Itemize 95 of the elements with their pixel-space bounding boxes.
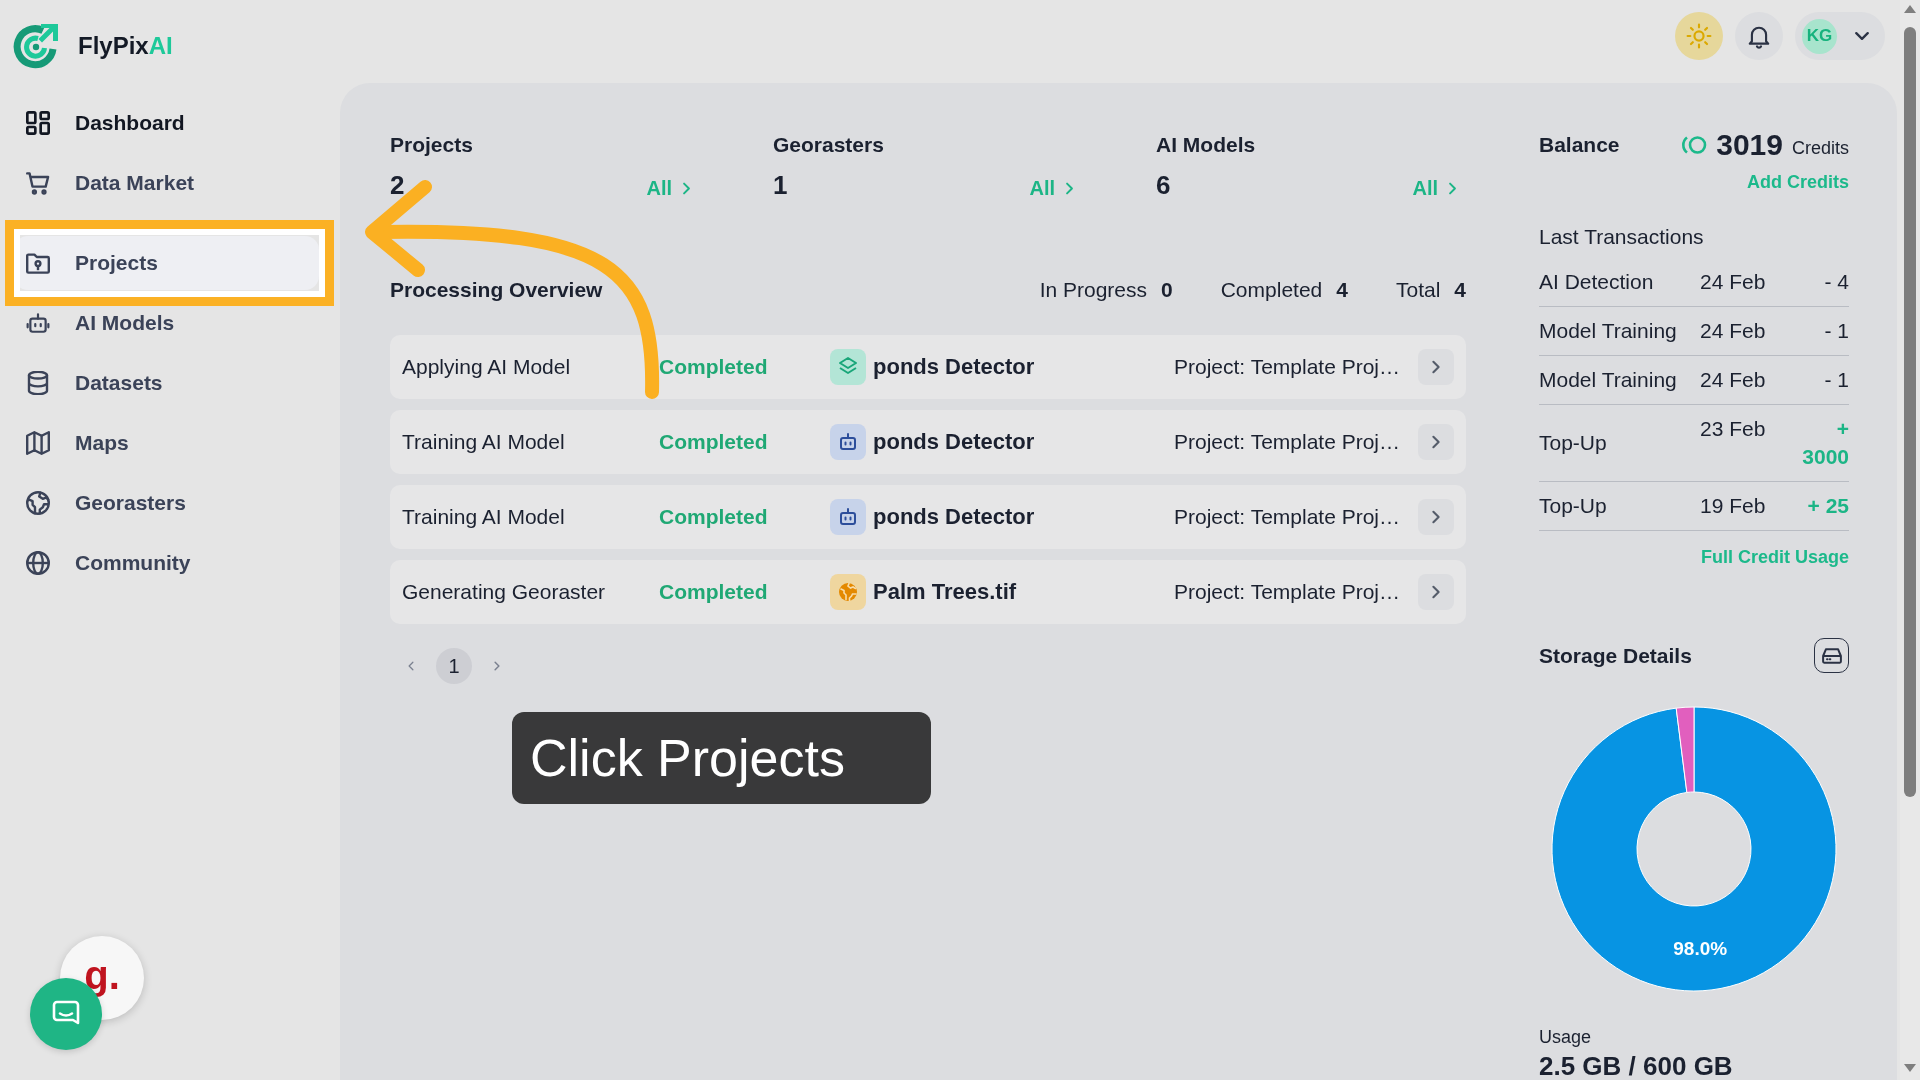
chevron-left-icon xyxy=(406,661,416,671)
usage-label: Usage xyxy=(1539,1026,1593,1048)
open-row-button[interactable] xyxy=(1418,424,1454,460)
open-row-button[interactable] xyxy=(1418,499,1454,535)
open-row-button[interactable] xyxy=(1418,349,1454,385)
nav-item[interactable]: Community xyxy=(14,536,319,590)
nav-item[interactable]: Datasets xyxy=(14,356,319,410)
project-name: Project: Template Proj… xyxy=(1174,580,1401,604)
nav-item[interactable]: Dashboard xyxy=(14,96,319,150)
counter-label: In Progress xyxy=(1039,278,1147,302)
transaction-amount: - 1 xyxy=(1823,318,1849,344)
transaction-date: 19 Feb xyxy=(1700,493,1767,519)
transaction-amount: + 25 xyxy=(1806,493,1849,519)
notifications-button[interactable] xyxy=(1735,12,1783,60)
task-type: Generating Georaster xyxy=(402,580,606,604)
project-name: Project: Template Proj… xyxy=(1174,430,1401,454)
nav-item[interactable]: Data Market xyxy=(14,156,319,210)
transaction-type: AI Detection xyxy=(1539,269,1655,295)
counter-value: 0 xyxy=(1161,278,1173,302)
layers-icon xyxy=(830,349,866,385)
stat-value: 1 xyxy=(773,170,788,200)
globe-icon xyxy=(26,551,50,575)
transaction-type: Model Training xyxy=(1539,318,1678,344)
chevron-right-icon xyxy=(492,661,502,671)
brand-name: FlyPixAI xyxy=(78,32,173,60)
globe-icon xyxy=(830,574,866,610)
nav-item[interactable]: Georasters xyxy=(14,476,319,530)
logo-icon xyxy=(12,22,60,70)
credit-amount: 3019 xyxy=(1716,128,1783,162)
task-type: Applying AI Model xyxy=(402,355,571,379)
stat-label: AI Models xyxy=(1156,133,1256,157)
hard-drive-icon xyxy=(1821,647,1842,664)
stat-value: 2 xyxy=(390,170,405,200)
folder-icon xyxy=(26,251,50,275)
scrollbar-thumb[interactable] xyxy=(1904,27,1916,797)
section-title: Storage Details xyxy=(1539,643,1692,668)
section-title: Last Transactions xyxy=(1539,225,1705,249)
sun-icon xyxy=(1686,23,1712,49)
transaction-amount: + 3000 xyxy=(1801,416,1849,470)
transaction-date: 24 Feb xyxy=(1700,269,1767,295)
transaction-type: Model Training xyxy=(1539,367,1678,393)
theme-toggle-button[interactable] xyxy=(1675,12,1723,60)
instruction-tooltip: Click Projects xyxy=(512,712,931,804)
counter-value: 4 xyxy=(1336,278,1348,302)
robot-icon xyxy=(830,499,866,535)
transaction-date: 24 Feb xyxy=(1700,367,1767,393)
triangle-up-icon[interactable] xyxy=(1904,5,1916,13)
page-button[interactable]: 1 xyxy=(436,648,472,684)
section-title: Processing Overview xyxy=(390,278,603,302)
item-name: ponds Detector xyxy=(873,354,1035,380)
status-text: Completed xyxy=(659,505,768,529)
chevron-down-icon xyxy=(1855,32,1869,40)
map-icon xyxy=(26,431,50,455)
item-name: ponds Detector xyxy=(873,429,1035,455)
balance-label: Balance xyxy=(1539,133,1620,157)
transaction-date: 23 Feb xyxy=(1700,416,1767,442)
storage-button[interactable] xyxy=(1814,638,1849,673)
counter-value: 4 xyxy=(1454,278,1466,302)
grid-icon xyxy=(26,111,50,135)
cart-icon xyxy=(26,171,50,195)
chevron-right-icon xyxy=(1446,181,1459,195)
status-text: Completed xyxy=(659,355,768,379)
transaction-type: Top-Up xyxy=(1539,430,1608,456)
usage-value: 2.5 GB / 600 GB xyxy=(1539,1052,1734,1080)
status-text: Completed xyxy=(659,430,768,454)
status-text: Completed xyxy=(659,580,768,604)
triangle-down-icon[interactable] xyxy=(1904,1064,1916,1072)
stat-label: Projects xyxy=(390,133,473,157)
transaction-type: Top-Up xyxy=(1539,493,1608,519)
globe-icon xyxy=(26,491,50,515)
nav-item[interactable]: AI Models xyxy=(14,296,319,350)
data-label: 98.0% xyxy=(1673,937,1728,959)
chevron-right-icon xyxy=(1063,181,1076,195)
task-type: Training AI Model xyxy=(402,505,565,529)
item-name: Palm Trees.tif xyxy=(873,579,1017,605)
nav-item[interactable]: Maps xyxy=(14,416,319,470)
transaction-amount: - 4 xyxy=(1823,269,1849,295)
item-name: ponds Detector xyxy=(873,504,1035,530)
robot-icon xyxy=(830,424,866,460)
project-name: Project: Template Proj… xyxy=(1174,355,1401,379)
counter-label: Total xyxy=(1395,278,1441,302)
transaction-date: 24 Feb xyxy=(1700,318,1767,344)
task-type: Training AI Model xyxy=(402,430,565,454)
robot-icon xyxy=(26,311,50,335)
stat-value: 6 xyxy=(1156,170,1171,200)
user-avatar: KG xyxy=(1802,18,1837,54)
transaction-amount: - 1 xyxy=(1823,367,1849,393)
chevron-right-icon xyxy=(680,181,693,195)
coins-icon xyxy=(1681,135,1708,155)
open-row-button[interactable] xyxy=(1418,574,1454,610)
database-icon xyxy=(26,371,50,395)
project-name: Project: Template Proj… xyxy=(1174,505,1401,529)
counter-label: Completed xyxy=(1220,278,1323,302)
stat-label: Georasters xyxy=(773,133,884,157)
credit-unit: Credits xyxy=(1792,137,1849,159)
